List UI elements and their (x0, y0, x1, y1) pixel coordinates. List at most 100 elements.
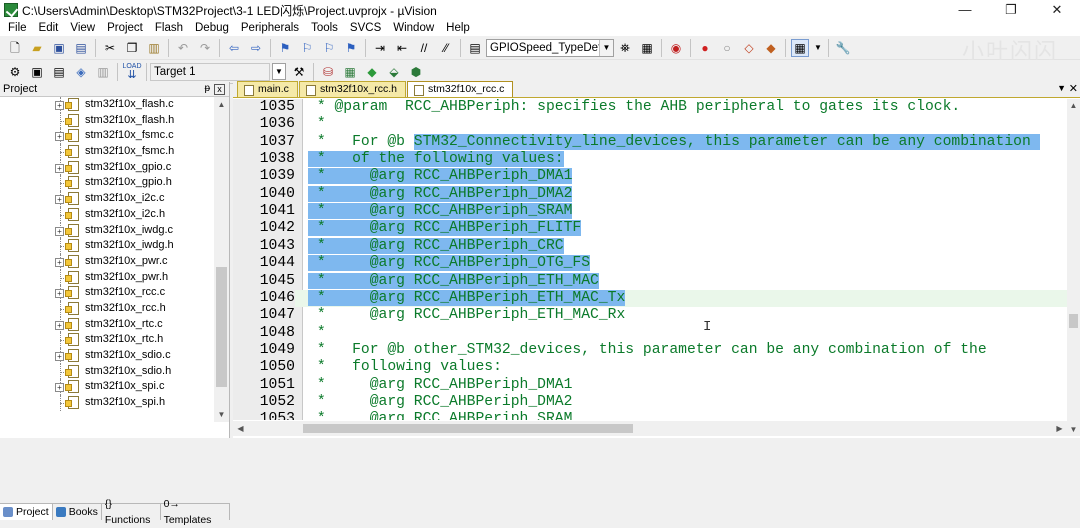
editor-tab-rcc-h[interactable]: stm32f10x_rcc.h (298, 81, 406, 97)
expand-icon[interactable]: + (55, 257, 64, 267)
close-panel-icon[interactable]: x (214, 84, 225, 95)
tree-file-item[interactable]: stm32f10x_i2c.h (0, 206, 214, 223)
tree-file-item[interactable]: stm32f10x_flash.h (0, 112, 214, 129)
expand-icon[interactable]: + (55, 383, 64, 393)
tree-file-item[interactable]: + stm32f10x_flash.c (0, 97, 214, 113)
expand-icon[interactable]: + (55, 101, 64, 110)
expand-icon[interactable]: + (55, 320, 64, 330)
scroll-right-icon[interactable]: ▶ (1052, 421, 1067, 436)
manage-project-items-icon[interactable]: ⛁ (319, 63, 337, 81)
editor-tab-rcc-c[interactable]: stm32f10x_rcc.c (406, 81, 514, 97)
tab-project[interactable]: Project (0, 504, 53, 520)
breakpoint-icon[interactable]: ● (696, 39, 714, 57)
close-tab-icon[interactable]: ✕ (1069, 82, 1078, 95)
tree-file-item[interactable]: + stm32f10x_fsmc.c (0, 128, 214, 145)
editor-vertical-scrollbar[interactable]: ▲ ▼ (1067, 99, 1080, 436)
scroll-down-icon[interactable]: ▼ (1067, 423, 1080, 436)
close-button[interactable]: ✕ (1034, 0, 1080, 20)
indent-icon[interactable]: ⇥ (371, 39, 389, 57)
uncomment-icon[interactable]: ⁄⁄ (437, 39, 455, 57)
expand-icon[interactable]: + (55, 132, 64, 142)
window-layout-icon[interactable]: ▦ (791, 38, 809, 57)
rebuild-icon[interactable]: ▤ (50, 63, 68, 81)
stop-build-icon[interactable]: ▥ (94, 63, 112, 81)
menu-window[interactable]: Window (387, 20, 440, 36)
save-all-icon[interactable]: ▤ (72, 39, 90, 57)
chevron-down-icon[interactable]: ▼ (272, 63, 286, 80)
menu-view[interactable]: View (64, 20, 101, 36)
tree-file-item[interactable]: + stm32f10x_spi.c (0, 379, 214, 396)
incremental-find-icon[interactable]: ▦ (638, 39, 656, 57)
scroll-down-icon[interactable]: ▼ (214, 407, 229, 422)
menu-edit[interactable]: Edit (33, 20, 65, 36)
tree-file-item[interactable]: stm32f10x_spi.h (0, 395, 214, 411)
menu-tools[interactable]: Tools (305, 20, 344, 36)
expand-icon[interactable]: + (55, 226, 64, 236)
options-for-target-icon[interactable]: ⚒ (290, 63, 308, 81)
bookmark-next-icon[interactable]: ⚐ (320, 39, 338, 57)
function-combo[interactable]: GPIOSpeed_TypeDef ▼ (486, 38, 614, 57)
manage-rte-icon[interactable]: ◆ (363, 63, 381, 81)
project-scrollbar[interactable]: ▲ ▼ (214, 97, 229, 422)
save-icon[interactable]: ▣ (50, 39, 68, 57)
download-icon[interactable]: LOAD ⇊ (122, 63, 141, 81)
expand-icon[interactable]: + (55, 163, 64, 173)
scroll-thumb[interactable] (303, 424, 633, 433)
open-file-icon[interactable]: ▰ (28, 39, 46, 57)
pack-installer-icon[interactable]: ⬙ (385, 63, 403, 81)
expand-icon[interactable]: + (55, 289, 64, 299)
editor-tab-main-c[interactable]: main.c (237, 81, 298, 97)
new-file-icon[interactable]: 🗋 (6, 39, 24, 57)
chevron-down-icon[interactable]: ▼ (813, 39, 823, 57)
tab-books[interactable]: Books (53, 504, 102, 520)
comment-icon[interactable]: // (415, 39, 433, 57)
build-icon[interactable]: ▣ (28, 63, 46, 81)
scroll-up-icon[interactable]: ▲ (214, 97, 229, 112)
tree-file-item[interactable]: + stm32f10x_rcc.c (0, 285, 214, 301)
tree-file-item[interactable]: stm32f10x_pwr.h (0, 269, 214, 286)
tab-functions[interactable]: {} Functions (102, 498, 161, 526)
tree-file-item[interactable]: + stm32f10x_iwdg.c (0, 222, 214, 239)
minimize-button[interactable]: — (942, 0, 988, 20)
tab-templates[interactable]: 0→ Templates (161, 498, 230, 526)
find-icon[interactable]: ⛯ (616, 39, 634, 57)
tab-list-chevron-icon[interactable]: ▼ (1057, 83, 1066, 93)
expand-icon[interactable]: + (55, 195, 64, 205)
tree-file-item[interactable]: stm32f10x_rcc.h (0, 300, 214, 317)
cut-icon[interactable]: ✂ (101, 39, 119, 57)
find-in-files-icon[interactable]: ▤ (466, 39, 484, 57)
code-area[interactable]: 1035 * @param RCC_AHBPeriph: specifies t… (233, 99, 1067, 420)
expand-icon[interactable]: + (55, 352, 64, 361)
editor-horizontal-scrollbar[interactable]: ◀ ▶ (233, 421, 1067, 436)
select-software-packs-icon[interactable]: ▦ (341, 63, 359, 81)
nav-forward-icon[interactable]: ⇨ (247, 39, 265, 57)
unindent-icon[interactable]: ⇤ (393, 39, 411, 57)
menu-file[interactable]: File (2, 20, 33, 36)
tree-file-item[interactable]: + stm32f10x_pwr.c (0, 253, 214, 270)
tree-file-item[interactable]: stm32f10x_rtc.h (0, 332, 214, 348)
tree-file-item[interactable]: + stm32f10x_i2c.c (0, 191, 214, 207)
maximize-button[interactable]: ❐ (988, 0, 1034, 20)
undo-icon[interactable]: ↶ (174, 39, 192, 57)
target-combo[interactable]: Target 1 (150, 62, 270, 81)
menu-svcs[interactable]: SVCS (344, 20, 387, 36)
breakpoint-disable-icon[interactable]: ○ (718, 39, 736, 57)
rte-icon[interactable]: ⬢ (407, 63, 425, 81)
menu-help[interactable]: Help (440, 20, 476, 36)
tree-file-item[interactable]: stm32f10x_iwdg.h (0, 238, 214, 254)
scroll-left-icon[interactable]: ◀ (233, 421, 248, 436)
start-debug-icon[interactable]: ◉ (667, 39, 685, 57)
bookmark-clear-icon[interactable]: ⚑ (342, 39, 360, 57)
pin-icon[interactable]: ᵽ (204, 82, 210, 96)
batch-build-icon[interactable]: ◈ (72, 63, 90, 81)
configure-icon[interactable]: 🔧 (834, 39, 852, 57)
bookmark-set-icon[interactable]: ⚑ (276, 39, 294, 57)
paste-icon[interactable]: ▥ (145, 39, 163, 57)
redo-icon[interactable]: ↷ (196, 39, 214, 57)
nav-back-icon[interactable]: ⇦ (225, 39, 243, 57)
tree-file-item[interactable]: + stm32f10x_rtc.c (0, 316, 214, 333)
tree-file-item[interactable]: stm32f10x_gpio.h (0, 175, 214, 192)
tree-file-item[interactable]: stm32f10x_fsmc.h (0, 144, 214, 160)
chevron-down-icon[interactable]: ▼ (599, 39, 613, 56)
scroll-thumb[interactable] (216, 267, 227, 387)
